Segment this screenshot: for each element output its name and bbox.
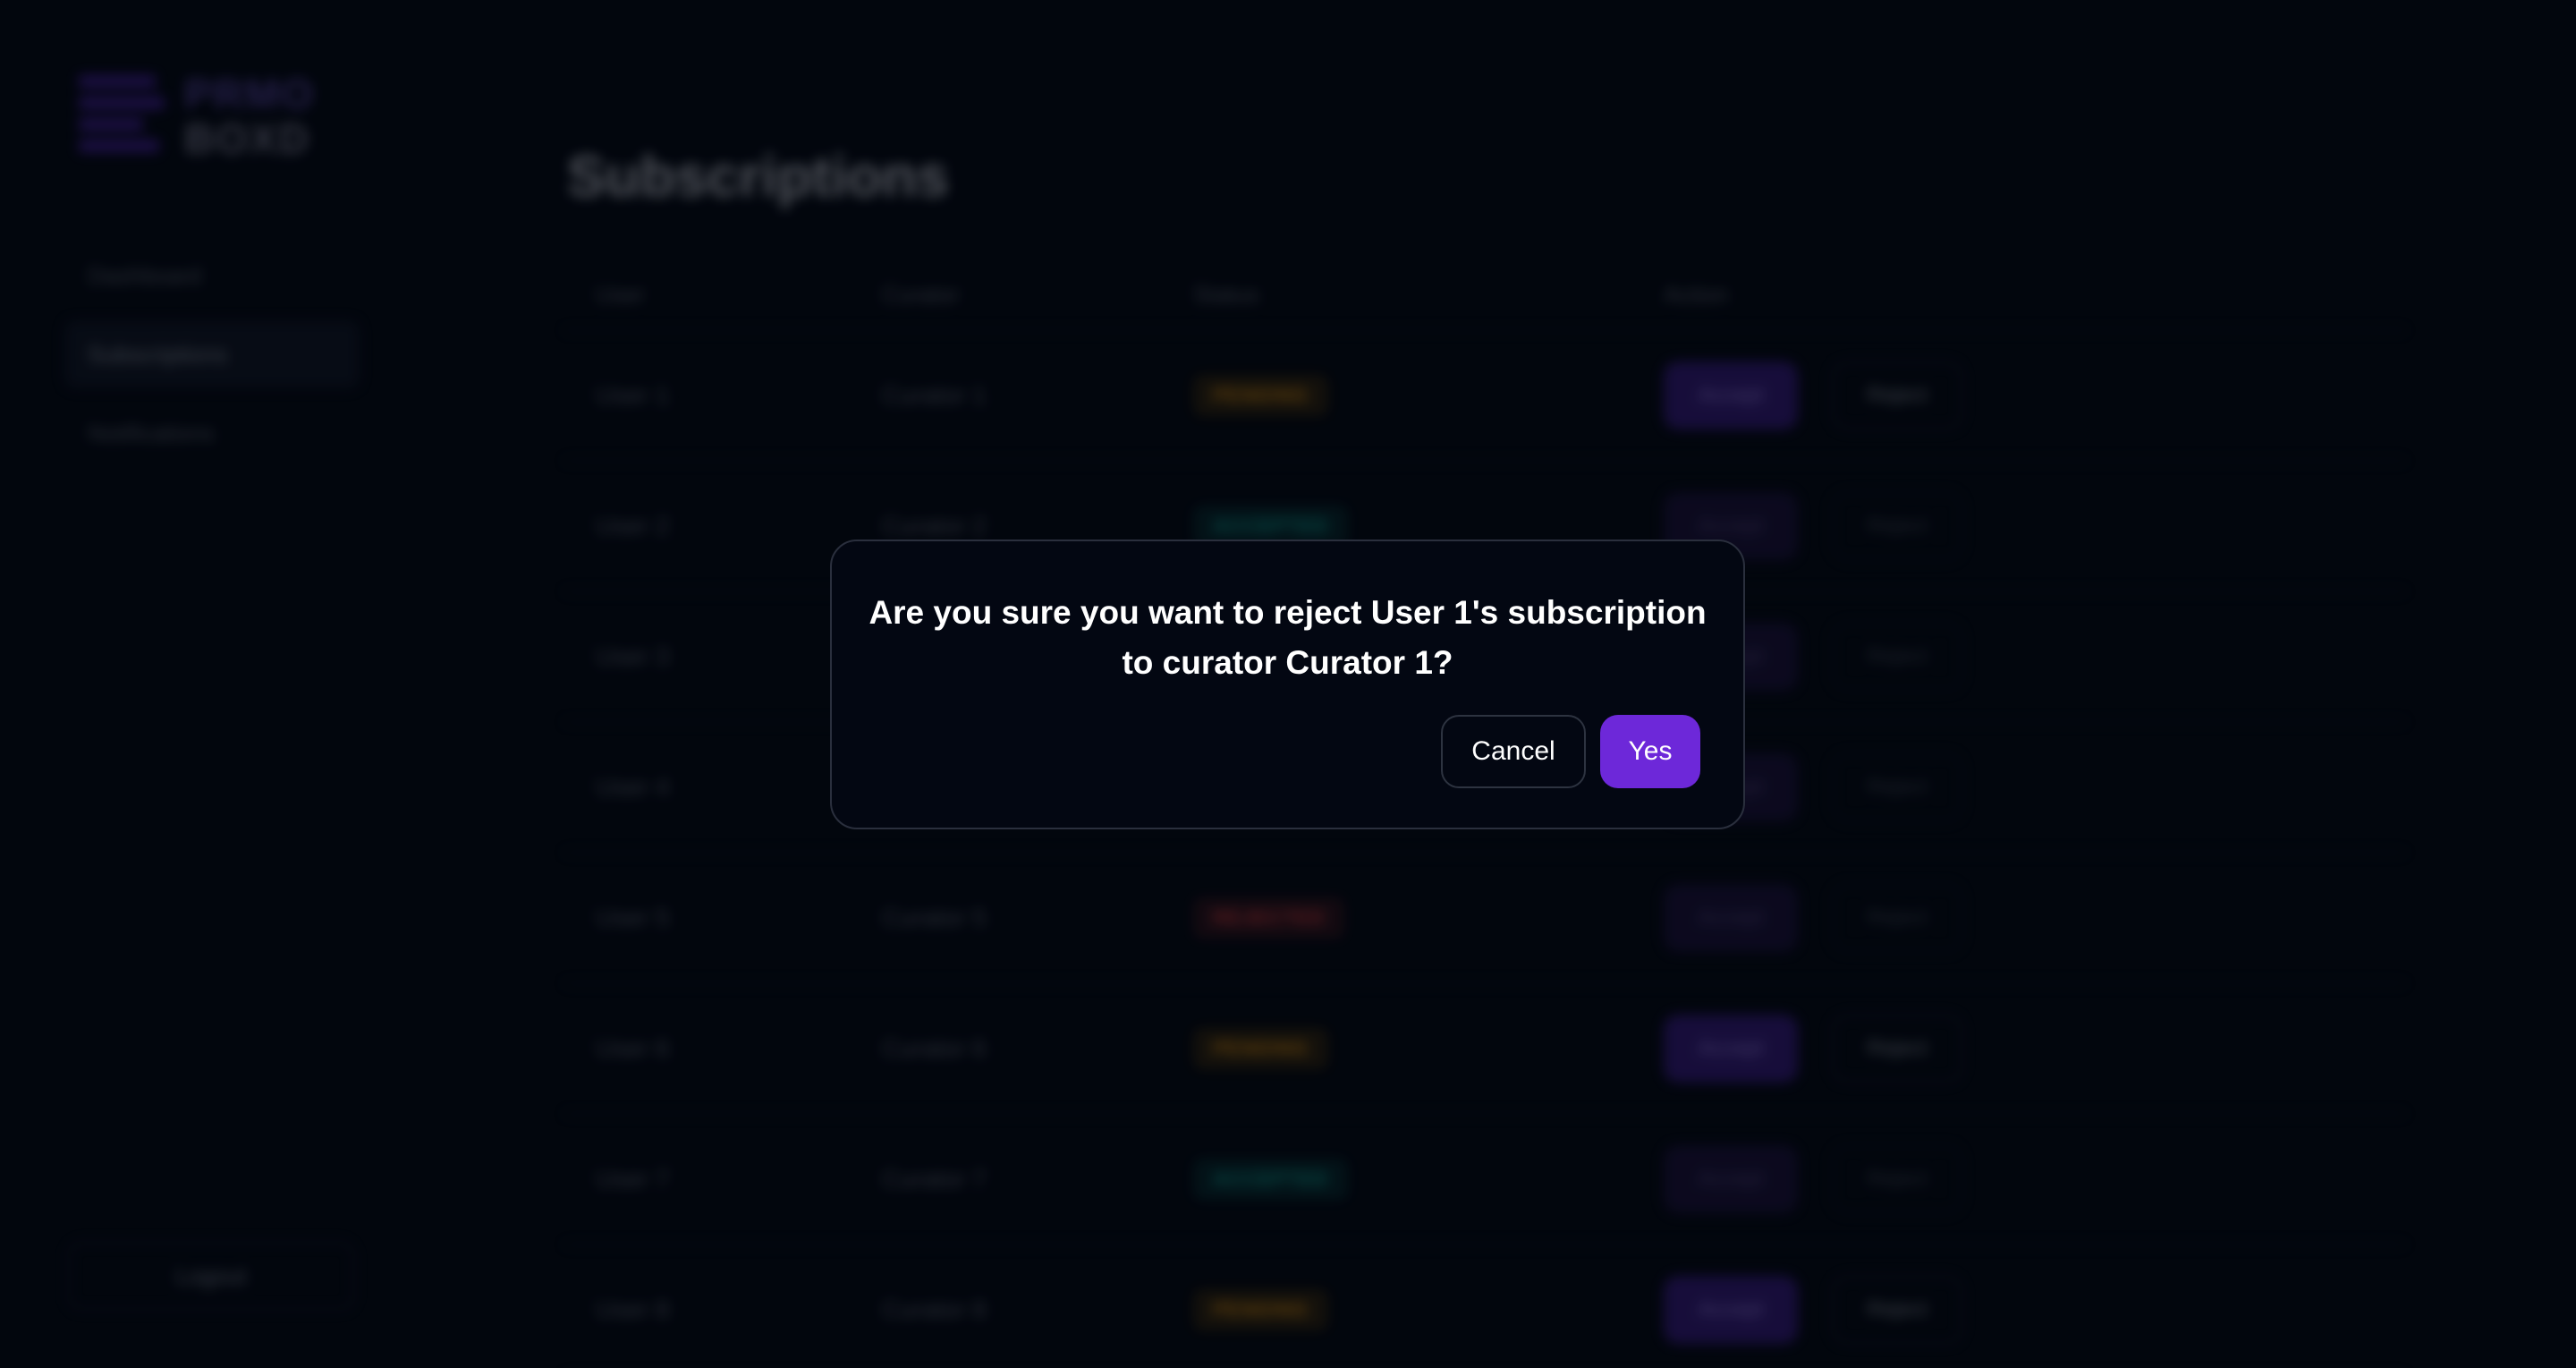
cancel-button[interactable]: Cancel <box>1441 715 1586 788</box>
dialog-actions: Cancel Yes <box>1441 715 1700 788</box>
confirm-reject-dialog: Are you sure you want to reject User 1's… <box>830 540 1745 829</box>
dialog-message: Are you sure you want to reject User 1's… <box>869 594 1707 681</box>
confirm-yes-button[interactable]: Yes <box>1600 715 1700 788</box>
